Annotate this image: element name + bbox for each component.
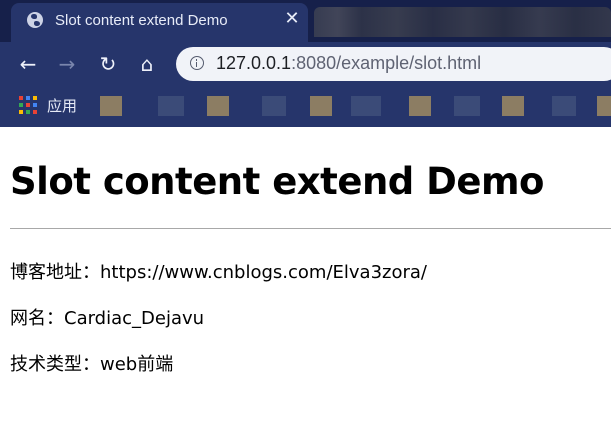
- url-host: 127.0.0.1: [216, 53, 292, 73]
- info-icon[interactable]: [190, 56, 204, 70]
- apps-grid-icon[interactable]: [19, 96, 37, 114]
- tab-strip: Slot content extend Demo ✕: [0, 0, 611, 42]
- bookmark-item[interactable]: [454, 96, 480, 116]
- url-path: :8080/example/slot.html: [291, 53, 482, 73]
- tab-inactive[interactable]: [314, 7, 611, 37]
- blog-address-line: 博客地址：https://www.cnblogs.com/Elva3zora/: [10, 262, 427, 283]
- tab-active[interactable]: Slot content extend Demo ✕: [11, 3, 308, 42]
- back-arrow-icon[interactable]: ←: [16, 52, 40, 76]
- bookmarks-bar: 应用: [0, 86, 611, 127]
- bookmark-item[interactable]: [552, 96, 576, 116]
- bookmark-item[interactable]: [100, 96, 122, 116]
- bookmark-item[interactable]: [158, 96, 184, 116]
- address-bar[interactable]: 127.0.0.1:8080/example/slot.html: [176, 47, 611, 81]
- close-tab-icon[interactable]: ✕: [282, 9, 302, 29]
- tech-type-line: 技术类型：web前端: [10, 354, 174, 375]
- forward-arrow-icon[interactable]: →: [55, 52, 79, 76]
- browser-chrome: Slot content extend Demo ✕ ← → ↻ ⌂ 127.0…: [0, 0, 611, 127]
- bookmark-item[interactable]: [262, 96, 286, 116]
- toolbar: ← → ↻ ⌂ 127.0.0.1:8080/example/slot.html: [0, 42, 611, 86]
- address-url[interactable]: 127.0.0.1:8080/example/slot.html: [216, 53, 481, 74]
- bookmark-item[interactable]: [351, 96, 381, 116]
- page-heading: Slot content extend Demo: [10, 160, 544, 203]
- bookmark-item[interactable]: [597, 96, 611, 116]
- bookmark-item[interactable]: [207, 96, 229, 116]
- globe-icon: [27, 12, 43, 28]
- bookmark-item[interactable]: [409, 96, 431, 116]
- home-icon[interactable]: ⌂: [135, 52, 159, 76]
- apps-bookmark-label[interactable]: 应用: [47, 95, 77, 116]
- tab-title: Slot content extend Demo: [55, 12, 228, 29]
- reload-icon[interactable]: ↻: [96, 52, 120, 76]
- bookmark-item[interactable]: [310, 96, 332, 116]
- bookmark-item[interactable]: [502, 96, 524, 116]
- divider: [10, 228, 611, 229]
- nickname-line: 网名：Cardiac_Dejavu: [10, 308, 205, 329]
- page-content: Slot content extend Demo 博客地址：https://ww…: [0, 127, 611, 439]
